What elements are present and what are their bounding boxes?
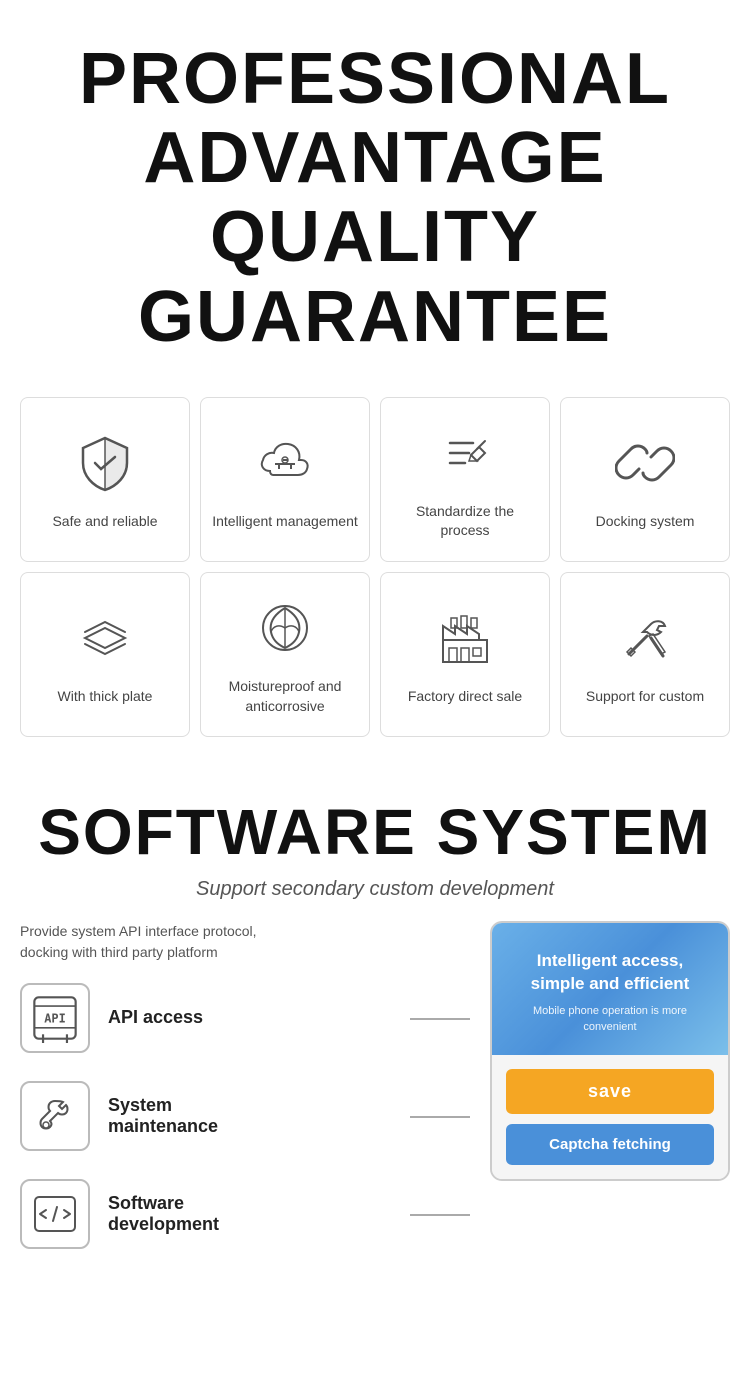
right-panel-buttons: save Captcha fetching: [492, 1055, 728, 1179]
card-docking-system: Docking system: [560, 397, 730, 562]
code-icon: [32, 1191, 78, 1237]
api-icon: API: [30, 993, 80, 1043]
software-title: SOFTWARE SYSTEM: [20, 797, 730, 867]
card-label-intelligent: Intelligent management: [212, 512, 358, 532]
software-body: Provide system API interface protocol, d…: [20, 921, 730, 1277]
factory-icon: [430, 603, 500, 673]
feature-label-maintenance: System maintenance: [108, 1095, 218, 1137]
feature-line-dev: [410, 1214, 470, 1216]
leaf-icon: [250, 593, 320, 663]
card-label-docking: Docking system: [596, 512, 695, 532]
feature-label-dev: Software development: [108, 1193, 219, 1235]
feature-label-api: API access: [108, 1007, 203, 1028]
card-safe-reliable: Safe and reliable: [20, 397, 190, 562]
card-label-factory-direct: Factory direct sale: [408, 687, 522, 707]
feature-line-maintenance: [410, 1116, 470, 1118]
software-left: Provide system API interface protocol, d…: [20, 921, 470, 1277]
card-thick-plate: With thick plate: [20, 572, 190, 737]
grid-row-1: Safe and reliable Intelligent management: [20, 397, 730, 562]
feature-item-maintenance: System maintenance: [20, 1081, 470, 1151]
card-label-safe-reliable: Safe and reliable: [52, 512, 157, 532]
software-right-panel: Intelligent access, simple and efficient…: [490, 921, 730, 1181]
software-section: SOFTWARE SYSTEM Support secondary custom…: [0, 767, 750, 1296]
main-title: PROFESSIONAL ADVANTAGE QUALITY GUARANTEE: [20, 40, 730, 357]
panel-main-text: Intelligent access, simple and efficient: [510, 949, 710, 997]
link-icon: [610, 428, 680, 498]
cloud-settings-icon: [250, 428, 320, 498]
software-subtitle: Support secondary custom development: [20, 878, 730, 901]
card-intelligent-management: Intelligent management: [200, 397, 370, 562]
api-icon-wrap: API: [20, 983, 90, 1053]
wrench-icon-wrap: [20, 1081, 90, 1151]
card-moistureproof: Moistureproof and anticorrosive: [200, 572, 370, 737]
features-grid: Safe and reliable Intelligent management: [0, 387, 750, 767]
layers-icon: [70, 603, 140, 673]
shield-icon: [70, 428, 140, 498]
card-label-thick-plate: With thick plate: [58, 687, 153, 707]
save-button[interactable]: save: [506, 1069, 714, 1114]
panel-sub-text: Mobile phone operation is more convenien…: [510, 1004, 710, 1035]
card-support-custom: Support for custom: [560, 572, 730, 737]
card-label-moistureproof: Moistureproof and anticorrosive: [211, 677, 359, 716]
tools-icon: [610, 603, 680, 673]
right-panel-top: Intelligent access, simple and efficient…: [492, 923, 728, 1055]
grid-row-2: With thick plate Moistureproof and antic…: [20, 572, 730, 737]
edit-list-icon: [430, 418, 500, 488]
card-standardize-process: Standardize the process: [380, 397, 550, 562]
feature-item-api: API API access: [20, 983, 470, 1053]
code-icon-wrap: [20, 1179, 90, 1249]
feature-line-api: [410, 1018, 470, 1020]
wrench-icon: [32, 1093, 78, 1139]
card-factory-direct: Factory direct sale: [380, 572, 550, 737]
header-section: PROFESSIONAL ADVANTAGE QUALITY GUARANTEE: [0, 0, 750, 387]
software-desc: Provide system API interface protocol, d…: [20, 921, 470, 963]
card-label-standardize: Standardize the process: [391, 502, 539, 541]
card-label-support-custom: Support for custom: [586, 687, 704, 707]
feature-item-dev: Software development: [20, 1179, 470, 1249]
captcha-button[interactable]: Captcha fetching: [506, 1124, 714, 1165]
svg-text:API: API: [44, 1011, 66, 1025]
